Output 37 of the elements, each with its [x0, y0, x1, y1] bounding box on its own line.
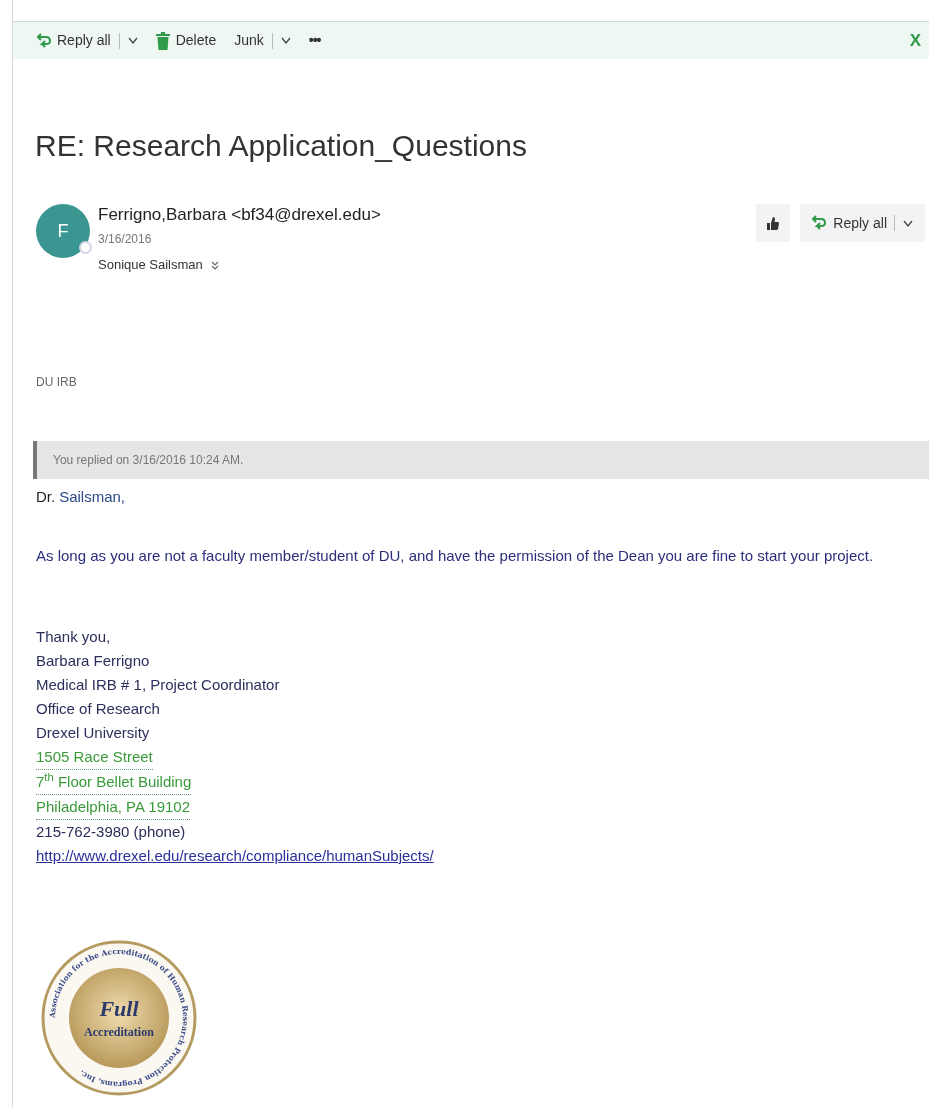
dropdown-button[interactable]	[118, 32, 138, 49]
address-line: 1505 Race Street	[36, 745, 153, 770]
email-subject: RE: Research Application_Questions	[35, 128, 527, 164]
preheader-text: DU IRB	[36, 374, 77, 390]
dropdown-button[interactable]	[271, 32, 291, 49]
thumbs-up-icon	[767, 216, 780, 230]
address-line: 7$^{th}$ Floor Bellet Building	[36, 770, 192, 795]
greeting-name: Sailsman,	[59, 487, 126, 507]
website-link[interactable]: http://www.drexel.edu/research/compliance/humanSubjects/	[36, 844, 434, 868]
greeting-title: Dr.	[36, 487, 56, 507]
presence-icon	[79, 241, 92, 254]
sender-name: Ferrigno,Barbara <bf34@drexel.edu>	[98, 204, 381, 226]
signature-line: Office of Research	[36, 699, 160, 719]
delete-button[interactable]: Delete	[155, 30, 217, 51]
caret-icon	[903, 219, 913, 227]
caret-icon	[280, 37, 291, 44]
signature-line: Barbara Ferrigno	[36, 651, 150, 671]
reply-all-icon	[37, 31, 51, 50]
message-paragraph: As long as you are not a faculty member/student of DU, and have the permission of the Dean you are fine to start your project.	[36, 546, 875, 566]
caret-icon	[127, 37, 138, 44]
expand-icon[interactable]	[210, 260, 219, 270]
reply-all-button[interactable]: Reply all	[800, 204, 925, 242]
like-button[interactable]	[756, 204, 791, 242]
signature-line: 215-762-3980 (phone)	[36, 822, 186, 842]
reply-button[interactable]: Reply all	[37, 30, 111, 51]
signature-line: Drexel University	[36, 723, 150, 743]
plain-button[interactable]: Junk	[234, 30, 264, 51]
reply-all-icon	[812, 214, 827, 232]
signature-line: Thank you,	[36, 627, 111, 647]
recipient-name: Sonique Sailsman	[98, 256, 203, 274]
trash-icon	[155, 31, 170, 50]
more-button[interactable]: •••	[308, 30, 321, 51]
replied-notice: You replied on 3/16/2016 10:24 AM.	[33, 441, 929, 479]
signature-line: Medical IRB # 1, Project Coordinator	[36, 675, 280, 695]
avatar: F	[36, 204, 90, 258]
sent-date: 3/16/2016	[98, 231, 153, 248]
address-line: Philadelphia, PA 19102	[36, 795, 190, 820]
